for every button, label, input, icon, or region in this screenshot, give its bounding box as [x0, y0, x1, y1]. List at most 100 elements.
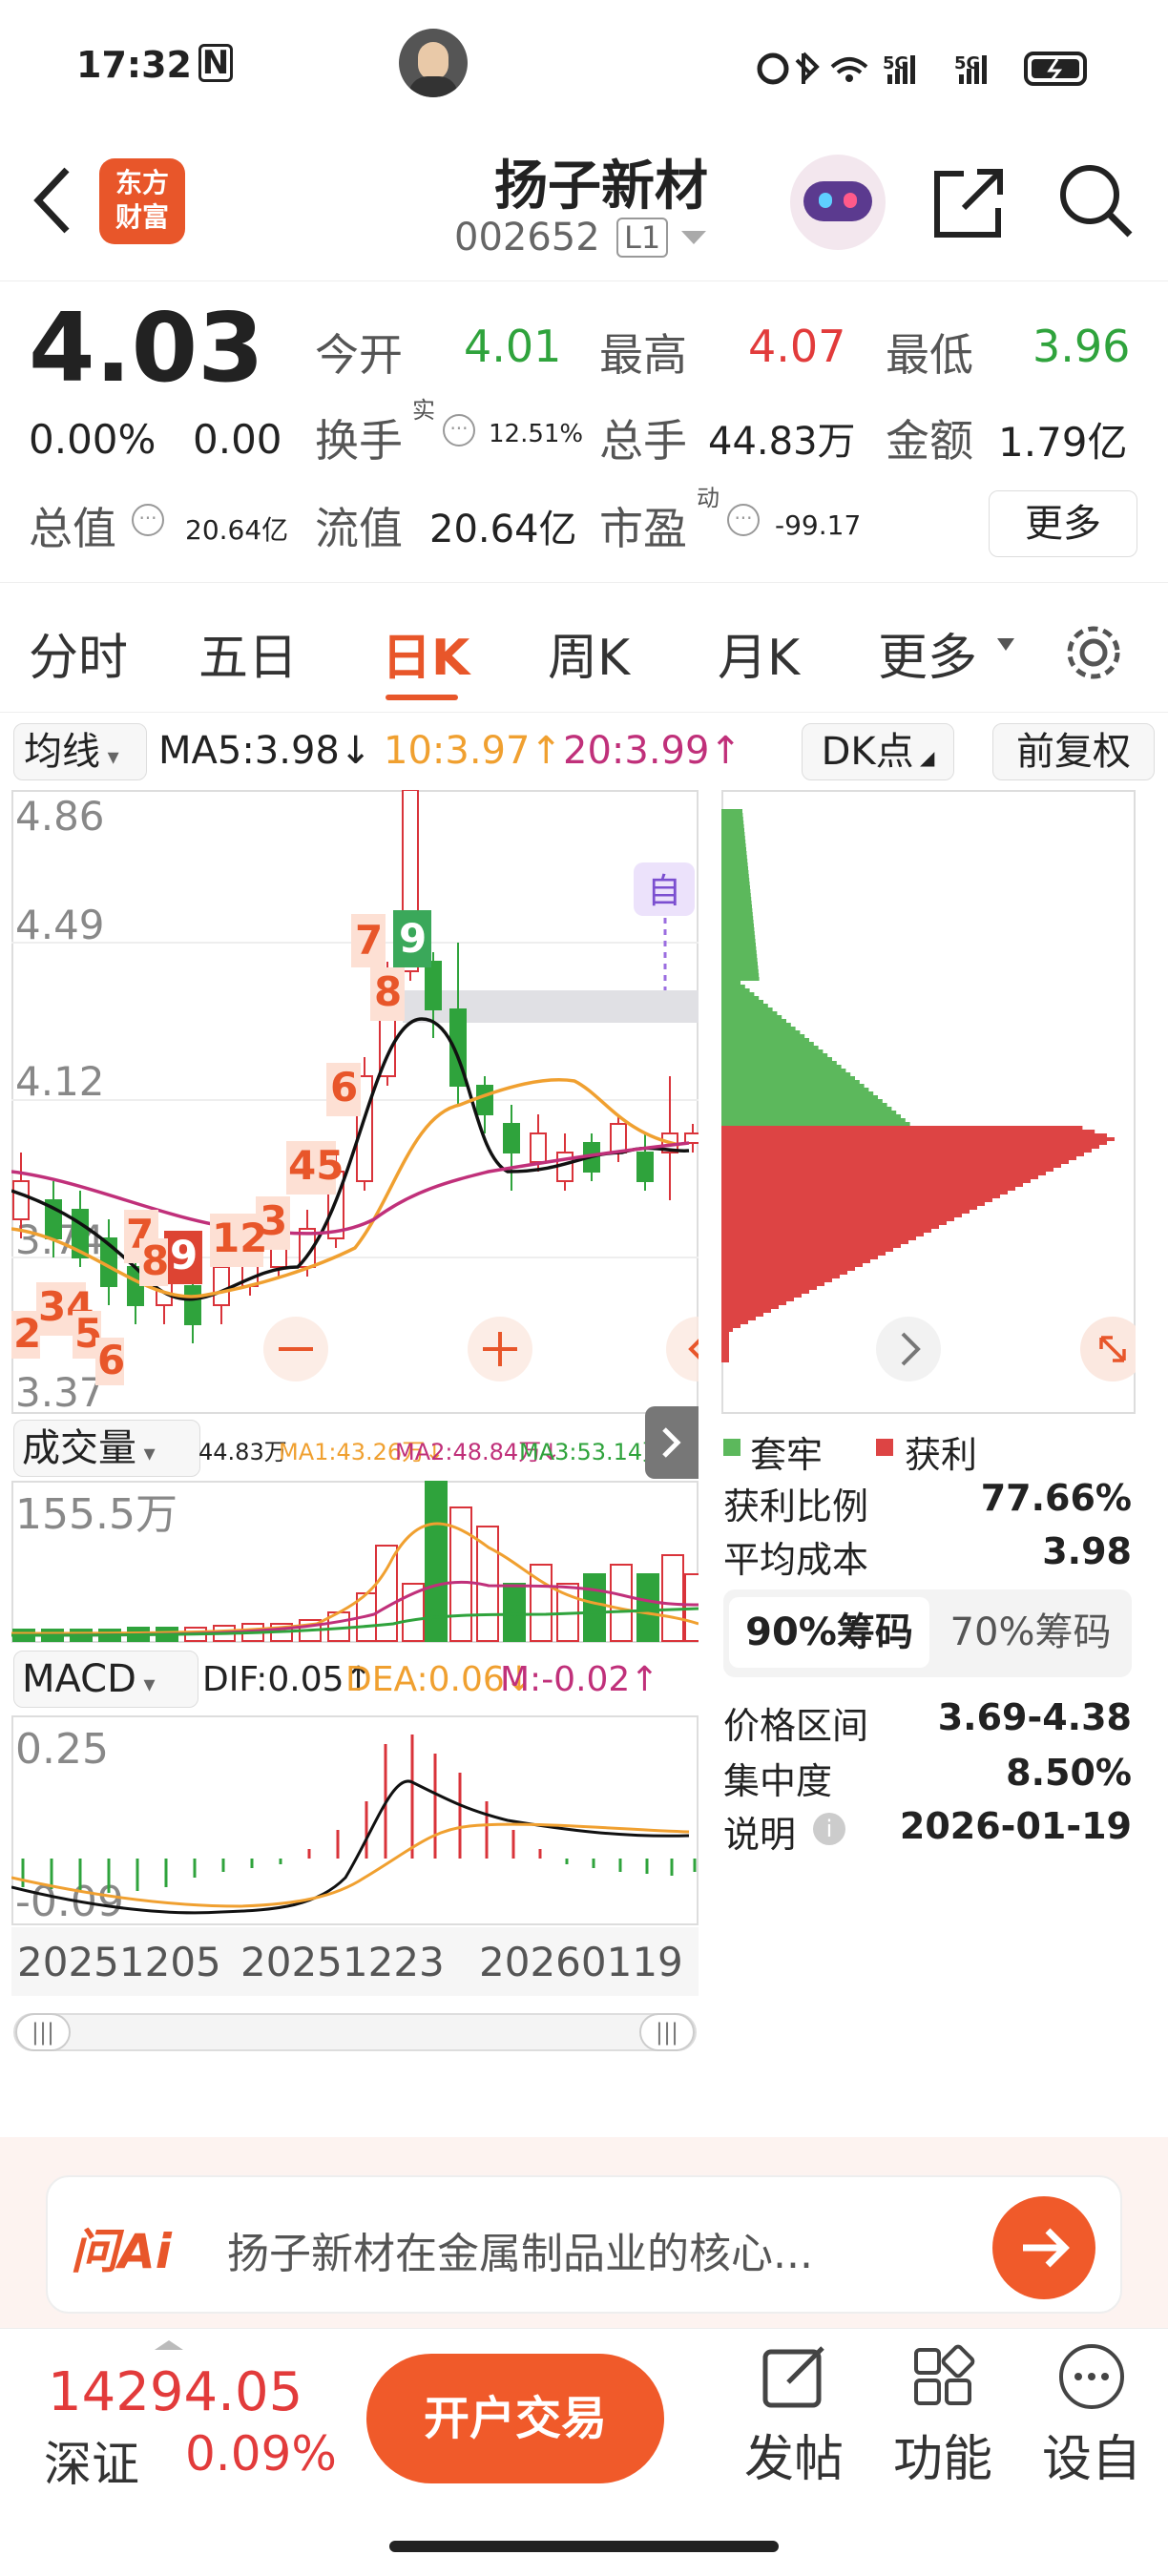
tab-monthly-k[interactable]: 月K [718, 617, 800, 689]
ma-selector[interactable]: 均线 ▾ [13, 723, 147, 780]
info-dots-icon[interactable]: ··· [132, 504, 164, 536]
ai-assistant-icon[interactable] [790, 155, 886, 250]
svg-text:9: 9 [399, 915, 427, 962]
slider-handle-right[interactable]: ||| [639, 2013, 695, 2051]
y-label: 4.86 [15, 793, 105, 840]
chip-stats: 套牢 获利 获利比例 77.66% 平均成本 3.98 90%筹码 70%筹码 … [723, 1420, 1143, 1859]
profit-ratio-label: 获利比例 [723, 1485, 869, 1527]
chart-area: 均线 ▾ MA5:3.98↓ 10:3.97↑ 20:3.99↑ DK点 ◢ 前… [0, 716, 1168, 2128]
macd-chart[interactable]: 0.25 -0.09 [11, 1715, 699, 1925]
ai-prompt-text: 扬子新材在金属制品业的核心... [227, 2230, 813, 2278]
float-label: 流值 [315, 503, 403, 554]
resistance-band [403, 990, 699, 1023]
avatar[interactable] [399, 29, 468, 97]
info-dots-icon[interactable]: ··· [443, 414, 475, 447]
tab-more[interactable]: 更多 [878, 617, 977, 689]
open-account-trade-button[interactable]: 开户交易 [366, 2354, 664, 2483]
svg-text:2: 2 [13, 1310, 41, 1357]
index-value[interactable]: 14294.05 [48, 2361, 302, 2423]
period-tabs: 分时 五日 日K 周K 月K 更多 [0, 584, 1168, 713]
index-name[interactable]: 深证 [44, 2426, 139, 2495]
edit-icon [762, 2346, 824, 2408]
status-time: 17:32 [76, 44, 192, 86]
expand-panel-button[interactable] [645, 1406, 699, 1479]
tab-chip-70[interactable]: 70%筹码 [933, 1597, 1128, 1668]
gear-icon[interactable] [1059, 618, 1128, 687]
info-dots-icon[interactable]: ··· [727, 504, 760, 536]
tab-daily-k[interactable]: 日K [382, 617, 469, 689]
more-button[interactable]: 更多 [989, 490, 1137, 557]
eastmoney-logo[interactable]: 东方 财富 [99, 158, 185, 244]
turnover-label: 换手 [315, 415, 403, 467]
svg-text:8: 8 [374, 968, 402, 1015]
svg-text:12: 12 [212, 1215, 267, 1261]
ma5-value: MA5:3.98↓ [158, 729, 372, 773]
post-button[interactable]: 发帖 [735, 2338, 853, 2491]
chevron-down-icon[interactable] [679, 229, 708, 248]
low-value: 3.96 [1032, 321, 1131, 372]
high-label: 最高 [599, 329, 687, 381]
kline-chart[interactable]: 4.86 4.49 4.12 3.74 3.37 自 7 9 8 6 45 3 … [11, 790, 699, 1414]
home-indicator [389, 2541, 779, 2552]
ai-query-bar[interactable]: 问Ai 扬子新材在金属制品业的核心... [46, 2175, 1122, 2314]
ai-logo: 问Ai [71, 2224, 172, 2279]
slider-handle-left[interactable]: ||| [15, 2013, 71, 2051]
tab-chip-90[interactable]: 90%筹码 [729, 1597, 929, 1668]
quote-panel: 4.03 0.00% 0.00 今开 4.01 最高 4.07 最低 3.96 … [0, 282, 1168, 583]
chip-distribution-chart[interactable] [721, 790, 1136, 1414]
macd-selector[interactable]: MACD ▾ [13, 1651, 198, 1708]
volume-value: 44.83万 [708, 420, 856, 464]
volume-chart[interactable]: 155.5万 [11, 1481, 699, 1643]
index-change[interactable]: 0.09% [185, 2426, 337, 2482]
low-label: 最低 [886, 329, 973, 381]
svg-text:9: 9 [170, 1232, 198, 1278]
tab-indicator [386, 695, 458, 700]
last-price: 4.03 [29, 292, 264, 404]
bottom-bar: 14294.05 深证 0.09% 开户交易 发帖 功能 设自 [0, 2328, 1168, 2576]
settings-button[interactable]: 设自 [1032, 2338, 1151, 2491]
svg-text:7: 7 [355, 917, 383, 964]
ma10-value: 10:3.97↑ [384, 729, 562, 773]
share-icon[interactable] [926, 160, 1012, 246]
change-pct: 0.00% [29, 416, 156, 463]
nfc-icon: N [198, 44, 233, 82]
date-label: 20251205 [17, 1939, 221, 1985]
concentration-label: 集中度 [723, 1760, 833, 1802]
search-icon[interactable] [1053, 158, 1139, 244]
volume-selector[interactable]: 成交量 ▾ [13, 1420, 200, 1477]
svg-text:6: 6 [97, 1337, 125, 1383]
volume-ymax: 155.5万 [15, 1490, 177, 1539]
dk-point-button[interactable]: DK点 ◢ [802, 723, 954, 780]
avg-cost-label: 平均成本 [723, 1539, 869, 1581]
ai-go-button[interactable] [992, 2196, 1095, 2299]
pe-value: -99.17 [775, 509, 862, 541]
price-range-label: 价格区间 [723, 1705, 869, 1747]
high-value: 4.07 [748, 321, 846, 372]
stock-code: 002652 [454, 216, 600, 260]
pe-label: 市盈 [599, 503, 687, 554]
adjust-button[interactable]: 前复权 [992, 723, 1155, 780]
float-value: 20.64亿 [429, 508, 577, 551]
tab-5day[interactable]: 五日 [198, 617, 298, 689]
turnover-value: 12.51% [489, 420, 584, 448]
arrow-right-icon [1023, 2228, 1070, 2268]
function-button[interactable]: 功能 [884, 2338, 1002, 2491]
ma20-value: 20:3.99↑ [563, 729, 741, 773]
info-icon[interactable]: i [813, 1813, 845, 1845]
level-badge[interactable]: L1 [616, 218, 669, 258]
pe-sup: 动 [697, 485, 720, 511]
tab-intraday[interactable]: 分时 [29, 617, 128, 689]
range-slider[interactable]: ||| ||| [13, 2013, 697, 2051]
concentration-value: 8.50% [1006, 1752, 1132, 1794]
amount-label: 金额 [886, 415, 973, 467]
tab-weekly-k[interactable]: 周K [548, 617, 630, 689]
mcap-label: 总值 [29, 503, 116, 554]
back-icon[interactable] [29, 162, 76, 239]
stock-header: 东方 财富 扬子新材 002652 L1 [0, 134, 1168, 281]
svg-text:6: 6 [330, 1064, 358, 1111]
y-label: 4.49 [15, 902, 105, 948]
mcap-value: 20.64亿 [185, 514, 289, 546]
caret-up-icon [155, 2340, 183, 2350]
note-date: 2026-01-19 [899, 1805, 1132, 1847]
profit-ratio-value: 77.66% [980, 1477, 1132, 1519]
